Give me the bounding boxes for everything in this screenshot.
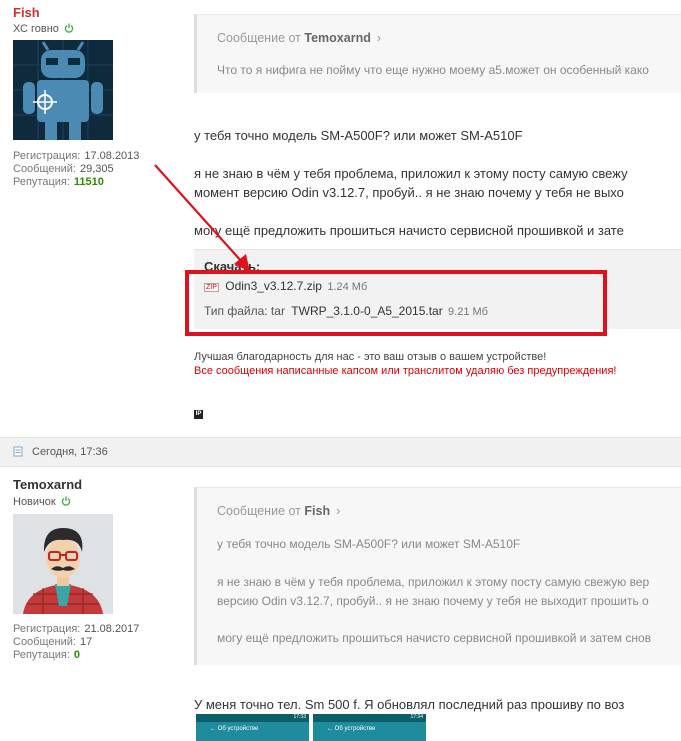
post2-username[interactable]: Temoxarnd <box>13 477 82 492</box>
quote-line-3: версию Odin v3.12.7, пробуй.. я не знаю … <box>217 594 649 608</box>
annotation-arrow <box>154 164 250 272</box>
robot-avatar-image <box>13 40 113 140</box>
quote-line-4: могу ещё предложить прошиться начисто се… <box>217 631 652 645</box>
signature-line-1: Лучшая благодарность для нас - это ваш о… <box>194 351 547 363</box>
stat-reputation: Репутация: 11510 <box>13 176 104 188</box>
screenshot-thumbnail-2[interactable]: 17:34 ← Об устройстве <box>313 714 426 741</box>
post1-quote: Сообщение от Temoxarnd › Что то я нифига … <box>194 14 681 93</box>
chevron-right-icon: › <box>336 504 341 518</box>
screenshot-thumbnail-1[interactable]: 17:33 ← Об устройстве <box>196 714 309 741</box>
post1-user-title: ХС говно <box>13 23 74 35</box>
post2-quote: Сообщение от Fish › у тебя точно модель S… <box>194 487 681 665</box>
status-bar: 17:33 <box>196 714 309 722</box>
thumbnail-label: ← Об устройстве <box>210 726 259 732</box>
post2-date: Сегодня, 17:36 <box>32 446 108 458</box>
post1-stats: Регистрация: 17.08.2013 Сообщений: 29,305 … <box>13 150 139 189</box>
online-status-icon <box>61 496 71 506</box>
man-avatar-image <box>13 514 113 614</box>
post1-username[interactable]: Fish <box>13 5 40 20</box>
post2-user-title: Новичок <box>13 496 71 508</box>
quote-line-1: у тебя точно модель SM-A500F? или может … <box>217 537 521 551</box>
signature-line-2: Все сообщения написанные капсом или тран… <box>194 365 617 377</box>
quote-header[interactable]: Сообщение от Fish › <box>217 504 340 518</box>
quote-line-2: я не знаю в чём у тебя проблема, приложи… <box>217 575 650 589</box>
stat-registration: Регистрация: 17.08.2013 <box>13 150 140 162</box>
quote-text: Что то я нифига не пойму что еще нужно м… <box>217 63 649 77</box>
post2-avatar[interactable] <box>13 514 113 614</box>
post2-date-bar: Сегодня, 17:36 <box>0 437 681 467</box>
status-bar: 17:34 <box>313 714 426 722</box>
post2-body-line: У меня точно тел. Sm 500 f. Я обновлял п… <box>194 697 625 712</box>
thumbnail-label: ← Об устройстве <box>327 726 376 732</box>
ip-icon[interactable]: IP <box>194 410 203 419</box>
online-status-icon <box>64 23 74 33</box>
stat-messages: Сообщений: 29,305 <box>13 163 114 175</box>
stat-messages: Сообщений: 17 <box>13 636 93 648</box>
chevron-right-icon: › <box>376 31 382 45</box>
post1-avatar[interactable] <box>13 40 113 140</box>
quote-header[interactable]: Сообщение от Temoxarnd › <box>217 31 381 45</box>
post2-stats: Регистрация: 21.08.2017 Сообщений: 17 Репу… <box>13 623 139 662</box>
stat-registration: Регистрация: 21.08.2017 <box>13 623 140 635</box>
post1-body-line-1: у тебя точно модель SM-A500F? или может … <box>194 128 523 143</box>
stat-reputation: Репутация: 0 <box>13 649 81 661</box>
post-icon <box>13 446 23 457</box>
